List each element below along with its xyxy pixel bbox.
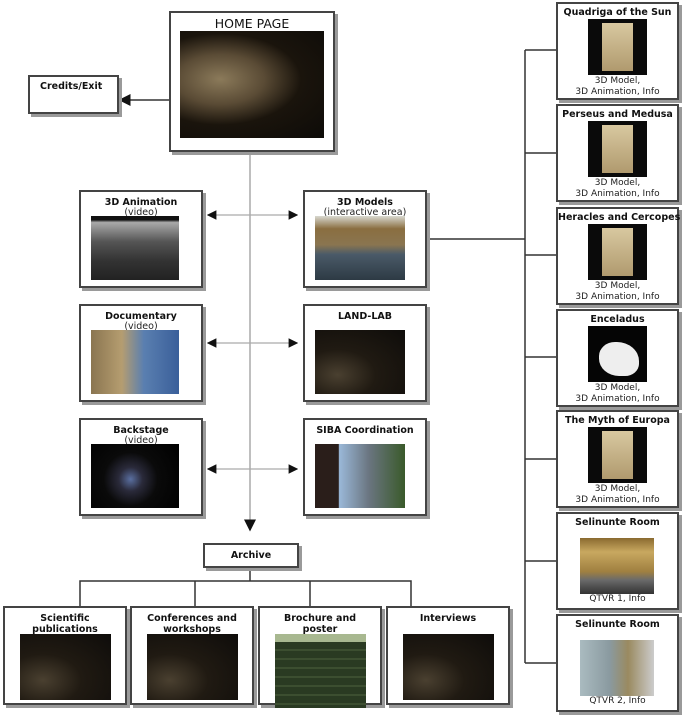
model-node-6[interactable]: Selinunte Room QTVR 1, Info	[556, 512, 679, 610]
model-title: Quadriga of the Sun	[563, 7, 672, 18]
model-node-5[interactable]: The Myth of Europa 3D Model, 3D Animation…	[556, 410, 679, 508]
archive-item-screenshot	[20, 634, 111, 700]
section-screenshot	[91, 330, 179, 394]
section-screenshot	[315, 330, 405, 394]
model-caption: 3D Model, 3D Animation, Info	[575, 383, 660, 404]
model-title: Perseus and Medusa	[562, 109, 673, 120]
model-node-4[interactable]: Enceladus 3D Model, 3D Animation, Info	[556, 309, 679, 407]
section-screenshot	[91, 444, 179, 508]
model-screenshot	[588, 19, 647, 75]
model-caption: QTVR 2, Info	[589, 696, 646, 706]
model-screenshot	[580, 538, 654, 594]
model-screenshot	[588, 224, 647, 280]
section-screenshot	[315, 444, 405, 508]
archive-title: Archive	[230, 550, 272, 561]
archive-node[interactable]: Archive	[203, 543, 299, 568]
section-title: SIBA Coordination	[316, 425, 414, 436]
archive-item-title: Interviews	[419, 613, 477, 624]
model-title: Enceladus	[590, 314, 645, 325]
archive-item-title: Scientific publications	[32, 613, 98, 635]
model-screenshot	[580, 640, 654, 696]
model-screenshot	[588, 326, 647, 382]
model-screenshot	[588, 427, 647, 483]
model-caption: 3D Model, 3D Animation, Info	[575, 281, 660, 302]
archive-tree	[79, 568, 412, 606]
models-bracket	[426, 49, 556, 664]
3d-animation-node[interactable]: 3D Animation (video)	[79, 190, 203, 288]
section-screenshot	[91, 216, 179, 280]
model-title: Selinunte Room	[575, 619, 660, 630]
archive-item-1[interactable]: Scientific publications	[3, 606, 127, 705]
archive-item-title: Conferences and workshops	[147, 613, 237, 635]
section-title: LAND-LAB	[337, 311, 392, 322]
model-title: The Myth of Europa	[565, 415, 670, 426]
home-page-screenshot	[180, 31, 324, 138]
model-caption: 3D Model, 3D Animation, Info	[575, 178, 660, 199]
model-node-7[interactable]: Selinunte Room QTVR 2, Info	[556, 614, 679, 712]
model-caption: 3D Model, 3D Animation, Info	[575, 76, 660, 97]
archive-item-screenshot	[403, 634, 494, 700]
credits-exit-title: Credits/Exit	[40, 81, 103, 92]
backstage-node[interactable]: Backstage (video)	[79, 418, 203, 516]
home-page-node[interactable]: HOME PAGE	[169, 11, 335, 152]
archive-item-title: Brochure and poster	[283, 613, 357, 635]
archive-item-4[interactable]: Interviews	[386, 606, 510, 705]
model-title: Selinunte Room	[575, 517, 660, 528]
archive-item-screenshot	[275, 634, 366, 708]
archive-item-3[interactable]: Brochure and poster	[258, 606, 382, 708]
archive-item-2[interactable]: Conferences and workshops	[130, 606, 254, 705]
archive-item-screenshot	[147, 634, 238, 700]
documentary-node[interactable]: Documentary (video)	[79, 304, 203, 402]
siba-coordination-node[interactable]: SIBA Coordination	[303, 418, 427, 516]
model-node-1[interactable]: Quadriga of the Sun 3D Model, 3D Animatio…	[556, 2, 679, 100]
section-screenshot	[315, 216, 405, 280]
model-caption: QTVR 1, Info	[589, 594, 646, 604]
3d-models-node[interactable]: 3D Models (interactive area)	[303, 190, 427, 288]
home-page-title: HOME PAGE	[214, 16, 290, 31]
credits-exit-node[interactable]: Credits/Exit	[28, 75, 119, 114]
model-node-2[interactable]: Perseus and Medusa 3D Model, 3D Animation…	[556, 104, 679, 202]
model-node-3[interactable]: Heracles and Cercopes 3D Model, 3D Animat…	[556, 207, 681, 305]
land-lab-node[interactable]: LAND-LAB	[303, 304, 427, 402]
model-screenshot	[588, 121, 647, 177]
model-caption: 3D Model, 3D Animation, Info	[575, 484, 660, 505]
model-title: Heracles and Cercopes	[558, 212, 681, 223]
